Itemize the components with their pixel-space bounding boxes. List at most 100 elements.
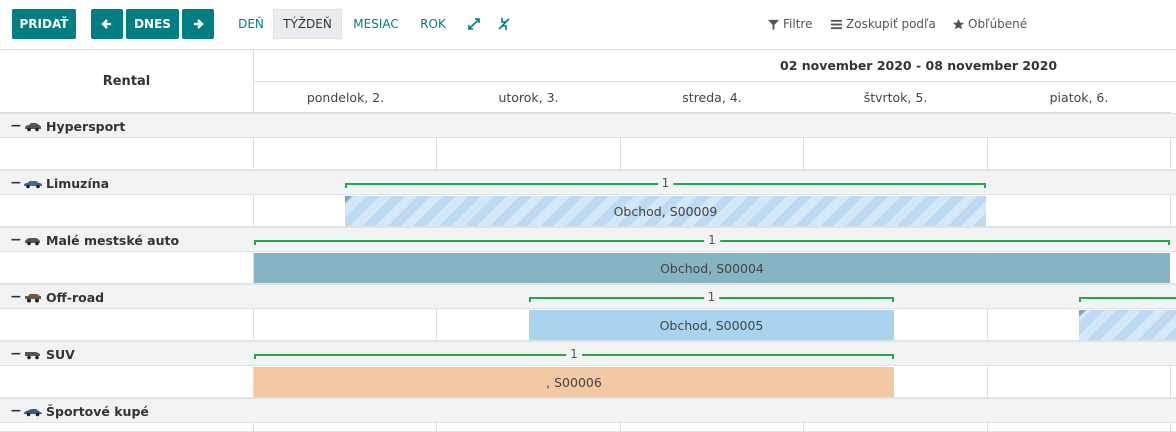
- collapse-minus-icon: −: [10, 175, 22, 191]
- car-icon: [25, 351, 40, 359]
- expand-rows-button[interactable]: [467, 17, 481, 31]
- collapse-minus-icon: −: [10, 346, 22, 362]
- pill-label: , S00006: [546, 374, 602, 390]
- row-label-cell: [0, 138, 254, 170]
- day-header: štvrtok, 5.: [804, 82, 987, 113]
- collapse-minus-icon: −: [10, 118, 22, 134]
- day-divider: [1170, 366, 1171, 398]
- filter-icon: [768, 19, 779, 30]
- detail-row: , S00006: [0, 366, 1176, 398]
- group-toggle[interactable]: − Športové kupé: [10, 399, 149, 423]
- day-header: pondelok, 2.: [254, 82, 437, 113]
- pill-corner-marker: [1079, 310, 1086, 317]
- rental-pill[interactable]: Obchod, S00005: [529, 310, 894, 340]
- date-range-header: 02 november 2020 - 08 november 2020: [254, 50, 1176, 82]
- rental-pill[interactable]: , S00006: [254, 367, 894, 397]
- row-label-cell: [0, 252, 254, 284]
- add-button[interactable]: PRIDAŤ: [12, 9, 76, 39]
- consolidation-bar: 1: [529, 290, 894, 304]
- detail-row: Obchod, S00009: [0, 195, 1176, 227]
- day-divider: [1170, 138, 1171, 170]
- group-name: Malé mestské auto: [46, 232, 180, 248]
- group-toggle[interactable]: − Malé mestské auto: [10, 228, 179, 252]
- pill-label: Obchod, S00005: [659, 317, 764, 333]
- pill-label: Obchod, S00009: [613, 203, 718, 219]
- day-divider: [436, 138, 437, 170]
- date-range-label: 02 november 2020 - 08 november 2020: [780, 58, 1058, 73]
- gantt-title: Rental: [0, 50, 254, 113]
- group-row: − Športové kupé: [0, 398, 1176, 423]
- group-name: SUV: [46, 346, 75, 362]
- group-toggle[interactable]: − Hypersport: [10, 114, 125, 138]
- consolidation-bar: [1079, 293, 1176, 303]
- day-divider: [987, 309, 988, 341]
- next-button[interactable]: [182, 9, 214, 39]
- filters-label: Filtre: [783, 17, 813, 31]
- rental-pill[interactable]: Obchod, S00009: [345, 196, 986, 226]
- control-panel: PRIDAŤ DNES DEŇ TÝŽDEŇ MESIAC ROK Filtre…: [0, 0, 1176, 50]
- collapse-minus-icon: −: [10, 232, 22, 248]
- day-divider: [987, 423, 988, 432]
- day-divider: [987, 138, 988, 170]
- group-toggle[interactable]: − Limuzína: [10, 171, 109, 195]
- day-header: utorok, 3.: [437, 82, 620, 113]
- group-row: − SUV 1: [0, 341, 1176, 366]
- previous-button[interactable]: [91, 9, 123, 39]
- star-icon: [953, 18, 964, 29]
- consolidation-count: 1: [704, 233, 720, 247]
- rental-pill[interactable]: Obchod, S00004: [254, 253, 1170, 283]
- collapse-minus-icon: −: [10, 289, 22, 305]
- group-row: − Limuzína 1: [0, 170, 1176, 195]
- consolidation-bar: 1: [254, 233, 1170, 247]
- collapse-minus-icon: −: [10, 403, 22, 419]
- favorites-button[interactable]: Obľúbené: [953, 17, 1027, 31]
- group-row: − Hypersport: [0, 113, 1176, 138]
- day-header: streda, 4.: [620, 82, 804, 113]
- groupby-icon: [831, 19, 842, 29]
- day-divider: [803, 423, 804, 432]
- day-divider: [436, 423, 437, 432]
- day-divider: [1170, 423, 1171, 432]
- scale-month-button[interactable]: MESIAC: [348, 9, 404, 39]
- day-divider: [803, 138, 804, 170]
- row-label-cell: [0, 309, 254, 341]
- arrow-right-icon: [194, 19, 204, 29]
- groupby-button[interactable]: Zoskupiť podľa: [831, 17, 936, 31]
- day-divider: [987, 366, 988, 398]
- scale-day-button[interactable]: DEŇ: [234, 9, 268, 39]
- detail-row: Obchod, S00005: [0, 309, 1176, 341]
- scale-year-button[interactable]: ROK: [414, 9, 452, 39]
- collapse-rows-button[interactable]: [497, 17, 511, 31]
- car-icon: [25, 237, 40, 245]
- detail-row: [0, 423, 1176, 432]
- arrow-left-icon: [101, 19, 111, 29]
- row-label-cell: [0, 423, 254, 432]
- consolidation-count: 1: [566, 347, 582, 361]
- groupby-label: Zoskupiť podľa: [846, 17, 936, 31]
- car-icon: [24, 408, 42, 416]
- group-row: − Malé mestské auto 1: [0, 227, 1176, 252]
- day-divider: [620, 423, 621, 432]
- filters-button[interactable]: Filtre: [768, 17, 812, 31]
- day-header: piatok, 6.: [987, 82, 1171, 113]
- group-name: Hypersport: [46, 118, 126, 134]
- consolidation-bar: 1: [254, 347, 894, 361]
- consolidation-bar: 1: [345, 176, 986, 190]
- collapse-icon: [498, 18, 510, 30]
- group-toggle[interactable]: − SUV: [10, 342, 75, 366]
- consolidation-count: 1: [703, 290, 720, 304]
- day-divider: [620, 138, 621, 170]
- group-name: Limuzína: [46, 175, 110, 191]
- today-button[interactable]: DNES: [126, 9, 179, 39]
- pill-corner-marker: [345, 196, 352, 203]
- car-icon: [25, 122, 41, 131]
- group-row: − Off-road 1: [0, 284, 1176, 309]
- day-divider: [436, 309, 437, 341]
- detail-row: Obchod, S00004: [0, 252, 1176, 284]
- rental-pill[interactable]: [1079, 310, 1176, 340]
- group-toggle[interactable]: − Off-road: [10, 285, 104, 309]
- favorites-label: Obľúbené: [968, 17, 1028, 31]
- day-divider: [1170, 195, 1171, 227]
- expand-icon: [468, 18, 480, 30]
- scale-week-button[interactable]: TÝŽDEŇ: [273, 9, 342, 39]
